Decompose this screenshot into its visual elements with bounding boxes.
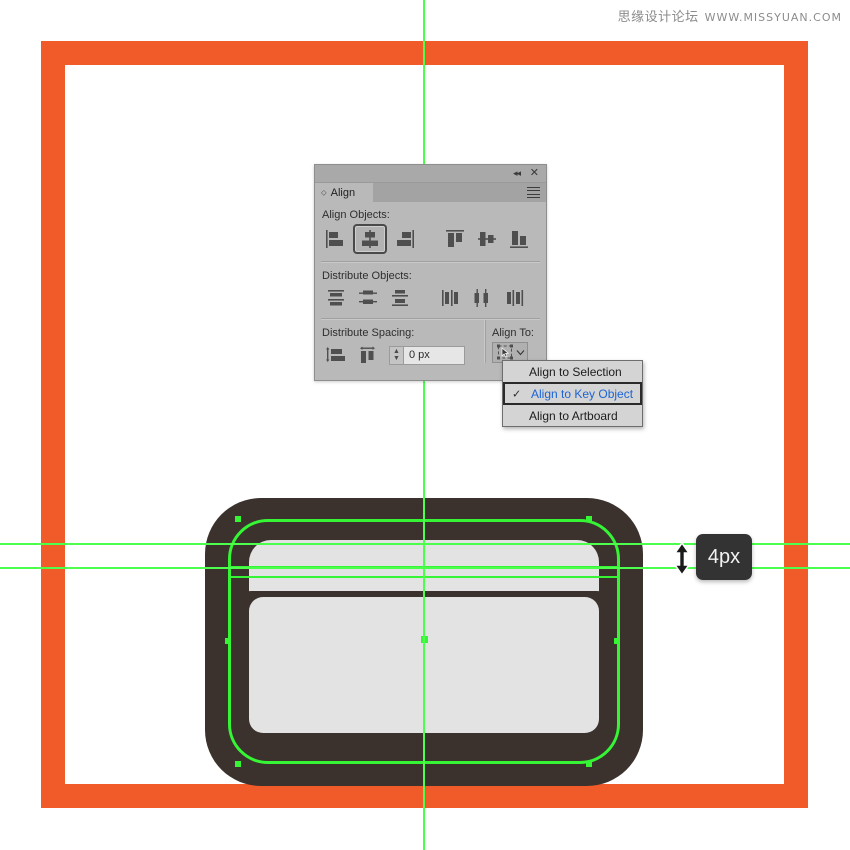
measurement-badge: 4px	[696, 534, 752, 580]
horizontal-align-left-button[interactable]	[321, 226, 351, 252]
close-icon[interactable]: ✕	[530, 167, 539, 178]
hamburger-menu-icon[interactable]	[527, 187, 540, 198]
horizontal-distribute-center-button[interactable]	[468, 285, 498, 311]
vertical-align-bottom-button[interactable]	[504, 226, 534, 252]
selection-anchor-node	[586, 761, 592, 767]
chevron-down-icon	[516, 350, 524, 356]
align-objects-button-row	[315, 224, 546, 260]
spacing-value-field[interactable]: ▲ ▼ 0 px	[389, 345, 465, 365]
spacing-stepper[interactable]: ▲ ▼	[389, 345, 403, 365]
menu-item-align-to-selection[interactable]: Align to Selection	[503, 361, 642, 382]
watermark-site-name: 思缘设计论坛	[617, 10, 699, 25]
selection-anchor-node	[225, 638, 231, 644]
horizontal-align-right-button[interactable]	[389, 226, 419, 252]
distribute-spacing-label: Distribute Spacing:	[322, 327, 415, 339]
menu-item-label: Align to Selection	[529, 364, 622, 379]
vertical-distribute-top-button[interactable]	[321, 285, 351, 311]
screenshot-canvas: 思缘设计论坛 WWW.MISSYUAN.COM 4px ◂◂ ✕ ⬦ Align…	[0, 0, 850, 850]
align-to-key-object-icon	[496, 344, 513, 360]
distribute-objects-label: Distribute Objects:	[322, 270, 412, 282]
selection-anchor-node	[235, 516, 241, 522]
panel-body: Align Objects: Distribute Objects: Distr…	[315, 202, 546, 380]
check-icon: ✓	[512, 388, 522, 400]
distribute-spacing-column: Distribute Spacing: ▲ ▼ 0 px	[315, 320, 485, 374]
selection-anchor-node	[614, 638, 620, 644]
tab-grip-icon: ⬦	[321, 187, 327, 197]
selection-anchor-node	[586, 516, 592, 522]
tab-align-label: Align	[330, 186, 356, 199]
collapse-panel-icon[interactable]: ◂◂	[513, 168, 521, 178]
distribute-spacing-controls: ▲ ▼ 0 px	[315, 342, 485, 374]
spacing-input[interactable]: 0 px	[403, 345, 465, 365]
align-to-label: Align To:	[492, 327, 534, 339]
menu-item-label: Align to Artboard	[529, 408, 618, 423]
distribute-objects-button-row	[315, 285, 546, 317]
align-to-dropdown-menu[interactable]: Align to Selection ✓ Align to Key Object…	[502, 360, 643, 427]
horizontal-distribute-left-button[interactable]	[436, 285, 466, 311]
stepper-up-icon[interactable]: ▲	[393, 348, 400, 355]
vertical-align-top-button[interactable]	[440, 226, 470, 252]
align-to-column: Align To:	[485, 320, 546, 363]
align-objects-label: Align Objects:	[322, 209, 390, 221]
measurement-value: 4px	[707, 545, 741, 568]
vertical-distribute-space-button[interactable]	[321, 342, 351, 368]
panel-tab-row[interactable]: ⬦ Align	[315, 183, 546, 202]
watermark-url: WWW.MISSYUAN.COM	[704, 11, 842, 24]
horizontal-distribute-right-button[interactable]	[500, 285, 530, 311]
horizontal-distribute-space-button[interactable]	[353, 342, 383, 368]
vertical-align-center-button[interactable]	[472, 226, 502, 252]
watermark: 思缘设计论坛 WWW.MISSYUAN.COM	[618, 6, 842, 25]
menu-item-align-to-artboard[interactable]: Align to Artboard	[503, 405, 642, 426]
tab-align[interactable]: ⬦ Align	[315, 183, 373, 202]
menu-item-label: Align to Key Object	[531, 386, 634, 401]
stepper-down-icon[interactable]: ▼	[393, 355, 400, 362]
vertical-resize-arrow-icon	[670, 541, 694, 577]
panel-titlebar[interactable]: ◂◂ ✕	[315, 165, 546, 183]
vertical-distribute-center-button[interactable]	[353, 285, 383, 311]
vertical-distribute-bottom-button[interactable]	[385, 285, 415, 311]
guide-vertical-center	[423, 0, 425, 850]
horizontal-align-center-button[interactable]	[353, 224, 387, 254]
selection-anchor-node	[235, 761, 241, 767]
menu-item-align-to-key-object[interactable]: ✓ Align to Key Object	[503, 382, 642, 405]
align-panel[interactable]: ◂◂ ✕ ⬦ Align Align Objects: Distribute O…	[314, 164, 547, 381]
